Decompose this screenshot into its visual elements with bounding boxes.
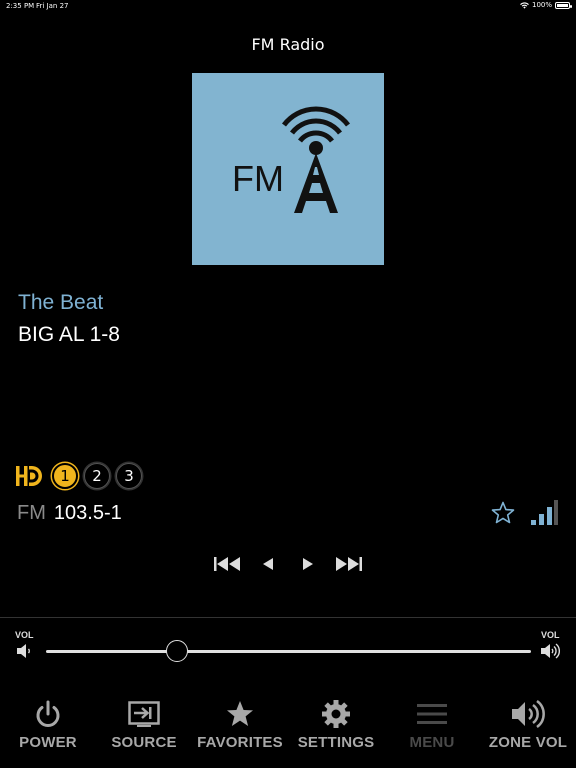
menu-icon	[417, 704, 447, 724]
volume-label-right: VOL	[541, 630, 560, 640]
battery-icon	[555, 1, 572, 9]
band-label: FM	[17, 502, 46, 524]
nav-power[interactable]: POWER	[0, 695, 96, 751]
nav-label: MENU	[409, 734, 455, 751]
album-art-text: FM	[232, 158, 284, 199]
next-icon	[303, 558, 313, 570]
next-button[interactable]	[298, 553, 318, 575]
hd-channel-1[interactable]: 1	[52, 463, 78, 489]
nav-source[interactable]: SOURCE	[96, 695, 192, 751]
status-right: 100%	[520, 1, 572, 9]
star-icon	[227, 701, 253, 726]
hd-channel-3[interactable]: 3	[116, 463, 142, 489]
favorite-star-icon[interactable]	[490, 500, 516, 526]
album-art: FM	[192, 73, 384, 265]
skip-forward-icon	[336, 557, 362, 571]
volume-up-icon[interactable]	[540, 642, 560, 660]
volume-slider-track[interactable]	[46, 650, 531, 653]
nav-zone-volume[interactable]: ZONE VOL	[480, 695, 576, 751]
gear-icon	[322, 700, 350, 728]
bottom-nav: POWER SOURCE FAVORITES SETTINGS MENU ZON…	[0, 695, 576, 765]
nav-label: SETTINGS	[297, 734, 375, 751]
hd-channel-2[interactable]: 2	[84, 463, 110, 489]
status-date: Fri Jan 27	[36, 2, 69, 10]
prev-icon	[263, 558, 273, 570]
nav-favorites[interactable]: FAVORITES	[192, 695, 288, 751]
status-bar: 2:35 PM Fri Jan 27 100%	[0, 0, 576, 12]
nav-settings[interactable]: SETTINGS	[288, 695, 384, 751]
station-name: The Beat	[18, 291, 104, 314]
hd-radio-icon	[16, 466, 42, 486]
battery-percent: 100%	[531, 1, 552, 9]
skip-forward-button[interactable]	[332, 553, 364, 575]
frequency-value: 103.5-1	[53, 502, 122, 524]
wifi-icon	[520, 1, 529, 9]
volume-down-icon[interactable]	[16, 642, 36, 660]
zone-volume-icon	[512, 699, 545, 729]
nav-label: POWER	[19, 734, 77, 751]
nav-menu: MENU	[384, 695, 480, 751]
skip-back-icon	[214, 557, 240, 571]
volume-label-left: VOL	[15, 630, 34, 640]
song-title: BIG AL 1-8	[18, 323, 120, 346]
previous-button[interactable]	[258, 553, 278, 575]
frequency-display: FM 103.5-1	[17, 502, 122, 525]
hd-channel-selector: 1 2 3	[14, 460, 142, 492]
signal-strength-icon	[531, 500, 558, 525]
status-time: 2:35 PM	[6, 2, 35, 10]
nav-label: ZONE VOL	[488, 734, 568, 751]
page-title: FM Radio	[251, 35, 325, 54]
skip-back-button[interactable]	[212, 553, 244, 575]
transport-controls	[0, 553, 576, 575]
nav-label: FAVORITES	[197, 734, 283, 751]
divider	[0, 617, 576, 618]
power-icon	[36, 700, 60, 727]
nav-label: SOURCE	[111, 734, 177, 751]
volume-slider-thumb[interactable]	[165, 640, 188, 662]
source-icon	[128, 701, 160, 727]
